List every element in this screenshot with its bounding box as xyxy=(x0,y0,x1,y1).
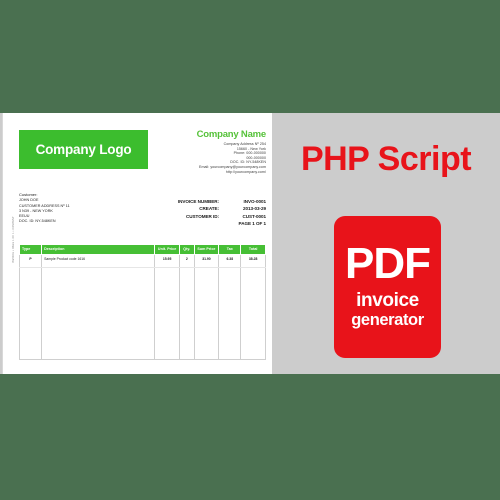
pdf-invoice-generator-badge: PDF invoice generator xyxy=(334,216,441,358)
table-header-row: Type Description Unit. Price Qty. Sum Pr… xyxy=(18,244,266,255)
invoice-line-items-table: Type Description Unit. Price Qty. Sum Pr… xyxy=(18,244,266,360)
meta-value-customer-id: CUST-0001 xyxy=(242,213,266,219)
screenshot-stage: INVOICE • PAGE 1 OF 1 • COMPANY Company … xyxy=(0,0,500,500)
badge-title: PDF xyxy=(345,238,431,288)
cell-description: Sample Product code 1616 xyxy=(41,254,156,269)
customer-info-block: Customer: JOHN DOE CUSTOMER ADDRESS Nº 1… xyxy=(19,192,139,224)
badge-subtitle-invoice: invoice xyxy=(356,289,419,311)
badge-subtitle-generator: generator xyxy=(351,310,424,329)
meta-value-create-date: 2013-03-29 xyxy=(243,206,266,212)
column-header-unit-price: Unit. Price xyxy=(154,244,180,255)
filler-cell xyxy=(240,267,266,360)
promo-panel: PHP Script PDF invoice generator xyxy=(272,113,500,374)
company-name: Company Name xyxy=(196,129,267,140)
column-header-type: Type xyxy=(18,244,43,255)
filler-cell xyxy=(178,267,195,360)
cell-type: P xyxy=(18,254,43,269)
invoice-meta-block: INVOICE NUMBER: INVO-0001 CREATE: 2013-0… xyxy=(141,198,266,228)
cell-qty: 2 xyxy=(178,254,195,269)
cell-unit-price: 15.95 xyxy=(154,254,180,269)
invoice-side-note: INVOICE • PAGE 1 OF 1 • COMPANY xyxy=(12,216,15,263)
filler-cell xyxy=(41,267,156,360)
column-header-sum-price: Sum Price xyxy=(193,244,220,255)
company-info-block: Company Name Company Address Nº 254 1566… xyxy=(146,129,267,174)
column-header-description: Description xyxy=(41,244,156,255)
invoice-sheet-inner: INVOICE • PAGE 1 OF 1 • COMPANY Company … xyxy=(11,113,272,374)
meta-row-customer-id: CUSTOMER ID: CUST-0001 xyxy=(141,213,266,220)
customer-doc-id: DOC. ID: NY-548KEN xyxy=(19,219,56,224)
meta-row-invoice-number: INVOICE NUMBER: INVO-0001 xyxy=(141,198,266,205)
filler-cell xyxy=(154,267,180,360)
table-filler-row xyxy=(18,267,266,360)
company-website: http://yourcompany.com/ xyxy=(225,169,266,174)
cell-sum-price: 31.90 xyxy=(193,254,220,269)
company-logo-text: Company Logo xyxy=(35,142,132,157)
meta-row-create-date: CREATE: 2013-03-29 xyxy=(141,205,266,212)
meta-label-create-date: CREATE: xyxy=(199,206,219,212)
company-logo-box: Company Logo xyxy=(19,130,148,169)
invoice-preview-page: INVOICE • PAGE 1 OF 1 • COMPANY Company … xyxy=(2,113,272,374)
column-header-tax: Tax xyxy=(218,244,242,255)
cell-total: 38.28 xyxy=(240,254,266,269)
column-header-total: Total xyxy=(240,244,266,255)
meta-value-invoice-number: INVO-0001 xyxy=(243,199,266,204)
cell-tax: 6.38 xyxy=(218,254,242,269)
meta-row-page-label: PAGE 1 OF 1 xyxy=(141,220,267,227)
meta-value-page-label: PAGE 1 OF 1 xyxy=(238,221,267,227)
filler-cell xyxy=(18,267,43,360)
meta-label-customer-id: CUSTOMER ID: xyxy=(185,213,219,219)
top-letterbox-band xyxy=(0,0,500,113)
meta-label-invoice-number: INVOICE NUMBER: xyxy=(177,199,219,204)
content-strip: INVOICE • PAGE 1 OF 1 • COMPANY Company … xyxy=(0,113,500,374)
promo-headline: PHP Script xyxy=(300,140,472,178)
table-row: P Sample Product code 1616 15.95 2 31.90… xyxy=(18,254,266,269)
customer-heading: Customer: xyxy=(19,192,38,197)
filler-cell xyxy=(218,267,242,360)
filler-cell xyxy=(193,267,220,360)
column-header-qty: Qty. xyxy=(178,244,195,255)
bottom-letterbox-band xyxy=(0,374,500,500)
